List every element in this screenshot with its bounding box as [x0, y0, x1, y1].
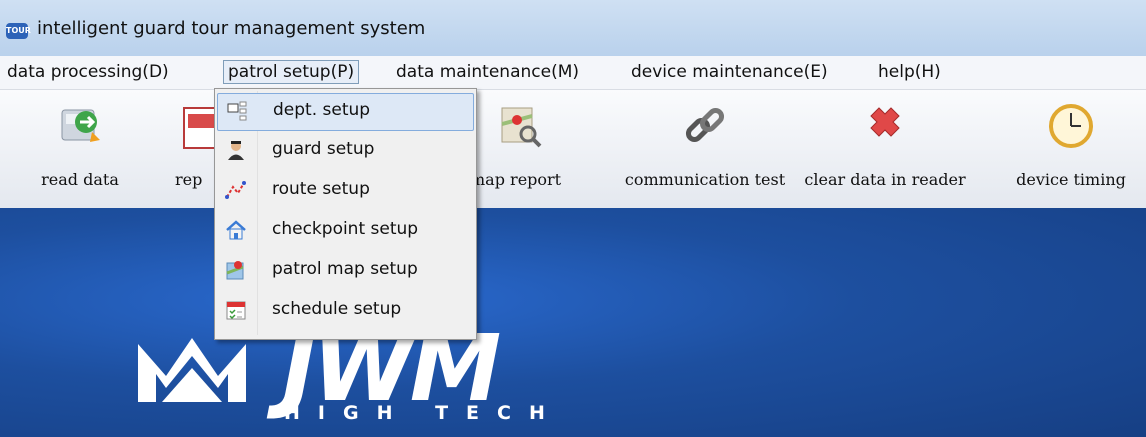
toolbar: read data rep map report communication t…	[0, 90, 1146, 209]
menu-item-checkpoint-setup[interactable]: checkpoint setup	[217, 213, 472, 249]
menu-item-dept-setup[interactable]: dept. setup	[217, 93, 474, 131]
clear-x-icon	[870, 107, 900, 137]
device-timing-label: device timing	[1016, 170, 1126, 189]
patrol-setup-dropdown: dept. setup guard setup route setup chec…	[214, 88, 477, 340]
map-report-label: map report	[470, 170, 562, 189]
read-data-button[interactable]: read data	[25, 90, 135, 208]
map-pin-icon	[226, 261, 244, 280]
menu-item-schedule-setup[interactable]: schedule setup	[217, 293, 472, 329]
route-icon	[225, 181, 246, 199]
menu-item-guard-setup[interactable]: guard setup	[217, 133, 472, 169]
guard-icon	[228, 141, 244, 160]
calendar-icon	[226, 301, 246, 320]
house-icon	[226, 220, 246, 240]
title-bar: TOUR intelligent guard tour management s…	[0, 0, 1146, 56]
logo-subtitle: HIGH TECH	[284, 402, 563, 424]
clear-data-button[interactable]: clear data in reader	[800, 90, 970, 208]
menu-device-maintenance[interactable]: device maintenance(E)	[631, 61, 828, 83]
menu-item-label: dept. setup	[273, 100, 371, 120]
map-report-button[interactable]: map report	[460, 90, 580, 208]
menu-patrol-setup[interactable]: patrol setup(P)	[223, 60, 360, 84]
communication-test-button[interactable]: communication test	[612, 90, 798, 208]
menu-item-label: route setup	[272, 179, 370, 199]
device-timing-button[interactable]: device timing	[1008, 90, 1134, 208]
menu-item-label: checkpoint setup	[272, 219, 419, 239]
menu-data-processing[interactable]: data processing(D)	[7, 61, 169, 83]
clock-icon	[1049, 104, 1093, 148]
read-data-icon	[61, 109, 100, 142]
menu-item-route-setup[interactable]: route setup	[217, 173, 472, 209]
window-title: intelligent guard tour management system	[37, 18, 426, 39]
menu-item-patrol-map-setup[interactable]: patrol map setup	[217, 253, 472, 289]
app-logo-icon: TOUR	[6, 23, 31, 39]
menu-help[interactable]: help(H)	[878, 61, 941, 83]
menu-data-maintenance[interactable]: data maintenance(M)	[396, 61, 579, 83]
map-report-icon	[501, 107, 542, 148]
dept-icon	[227, 101, 247, 121]
clear-data-label: clear data in reader	[804, 170, 966, 189]
menu-item-label: schedule setup	[272, 299, 402, 319]
link-icon	[685, 107, 725, 143]
communication-test-label: communication test	[624, 170, 786, 189]
menu-item-label: guard setup	[272, 139, 375, 159]
read-data-label: read data	[41, 170, 119, 189]
menu-item-label: patrol map setup	[272, 259, 418, 279]
menu-bar: data processing(D) patrol setup(P) data …	[0, 56, 1146, 90]
